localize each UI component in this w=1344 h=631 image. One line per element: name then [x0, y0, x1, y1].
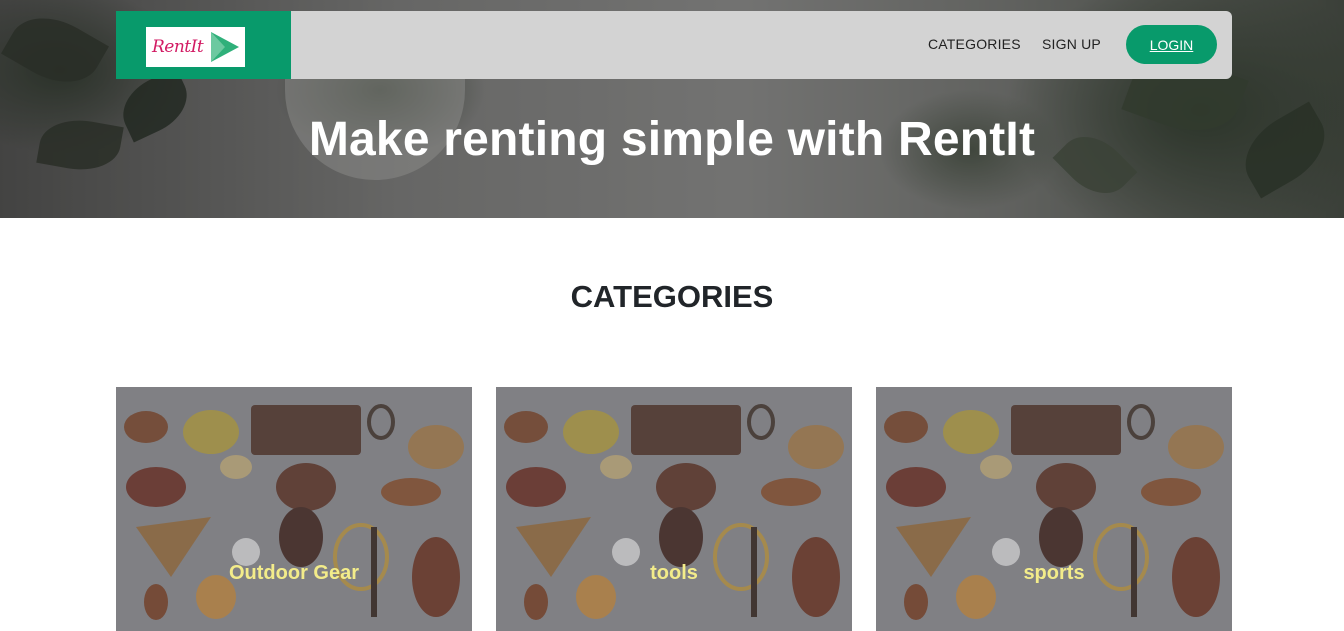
card-overlay [116, 387, 472, 631]
categories-heading: CATEGORIES [570, 279, 774, 314]
card-overlay [876, 387, 1232, 631]
category-card-outdoor-gear[interactable]: Outdoor Gear [116, 387, 472, 631]
top-navbar: RentIt CATEGORIES SIGN UP LOGIN [116, 11, 1232, 79]
hero-title: Make renting simple with RentIt [308, 113, 1036, 166]
category-card-sports[interactable]: sports [876, 387, 1232, 631]
category-label: tools [650, 562, 698, 584]
nav-categories-link[interactable]: CATEGORIES [928, 36, 1021, 52]
login-button[interactable]: LOGIN [1126, 25, 1217, 64]
category-label: sports [1023, 562, 1085, 584]
brand-logo-link[interactable]: RentIt [116, 11, 291, 79]
category-card-tools[interactable]: tools [496, 387, 852, 631]
category-label: Outdoor Gear [228, 562, 359, 584]
logo-text: RentIt [152, 37, 204, 57]
card-overlay [496, 387, 852, 631]
hero-plant-leaf [1, 1, 109, 99]
nav-signup-link[interactable]: SIGN UP [1042, 36, 1101, 52]
play-triangle-icon [211, 32, 239, 62]
brand-logo: RentIt [146, 27, 245, 67]
